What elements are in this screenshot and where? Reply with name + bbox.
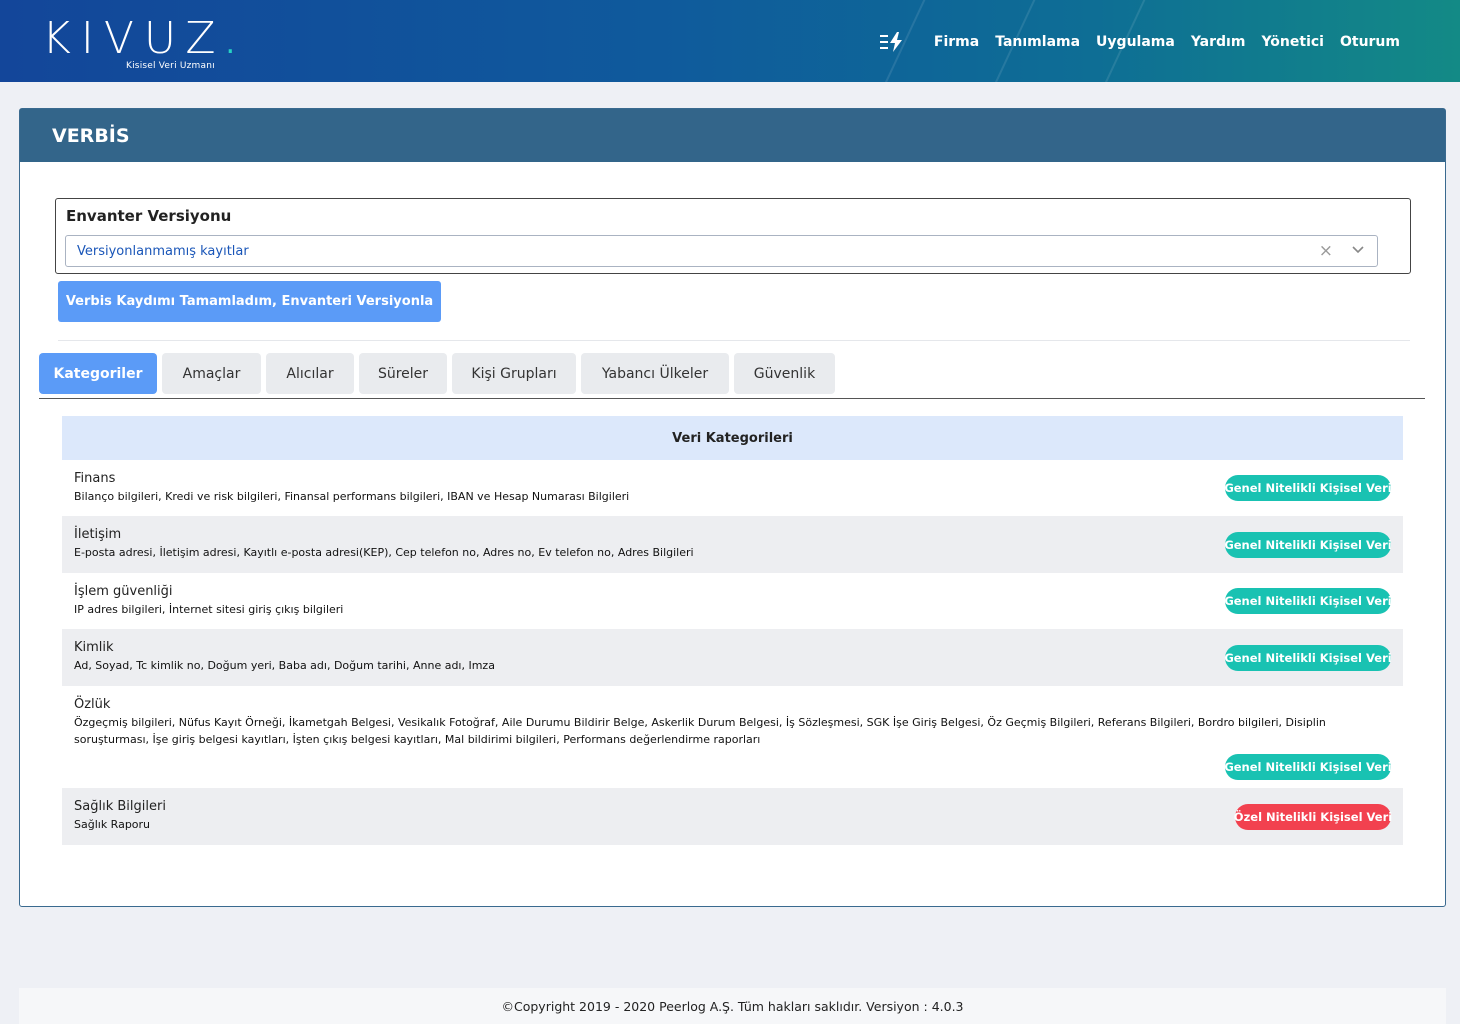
table-row: İletişim E-posta adresi, İletişim adresi… — [62, 516, 1403, 573]
category-desc: IP adres bilgileri, İnternet sitesi giri… — [74, 603, 344, 616]
status-badge: Özel Nitelikli Kişisel Veri — [1234, 803, 1392, 830]
verbis-card: VERBİS Envanter Versiyonu Versiyonlanmam… — [19, 108, 1446, 907]
clear-icon[interactable]: × — [1319, 241, 1333, 261]
nav-yonetici[interactable]: Yönetici — [1261, 34, 1324, 50]
table-header: Veri Kategorileri — [62, 416, 1403, 460]
category-desc: Bilanço bilgileri, Kredi ve risk bilgile… — [74, 490, 630, 503]
brand-tagline: Kisisel Veri Uzmanı — [126, 61, 215, 71]
table-row: Kimlik Ad, Soyad, Tc kimlik no, Doğum ye… — [62, 629, 1403, 686]
category-desc: E-posta adresi, İletişim adresi, Kayıtlı… — [74, 546, 694, 559]
table-row: Sağlık Bilgileri Sağlık Raporu Özel Nite… — [62, 788, 1403, 845]
footer: ©Copyright 2019 - 2020 Peerlog A.Ş. Tüm … — [19, 988, 1446, 1024]
status-badge: Genel Nitelikli Kişisel Veri — [1224, 588, 1392, 614]
category-desc: Ad, Soyad, Tc kimlik no, Doğum yeri, Bab… — [74, 659, 495, 672]
lightning-menu-icon[interactable] — [878, 30, 906, 54]
status-badge: Genel Nitelikli Kişisel Veri — [1224, 531, 1392, 558]
tab-alicilar[interactable]: Alıcılar — [266, 353, 354, 394]
section-divider — [58, 340, 1410, 341]
table-row: İşlem güvenliği IP adres bilgileri, İnte… — [62, 573, 1403, 629]
inventory-version-value: Versiyonlanmamış kayıtlar — [77, 243, 249, 259]
tab-sureler[interactable]: Süreler — [359, 353, 447, 394]
category-title: Finans — [74, 471, 116, 486]
card-title: VERBİS — [20, 109, 1445, 162]
category-title: Özlük — [74, 697, 111, 712]
nav-uygulama[interactable]: Uygulama — [1096, 34, 1175, 50]
data-categories-table: Veri Kategorileri Finans Bilanço bilgile… — [62, 416, 1403, 845]
nav-tanimlama[interactable]: Tanımlama — [995, 34, 1080, 50]
nav-firma[interactable]: Firma — [934, 34, 979, 50]
copyright-text: ©Copyright 2019 - 2020 Peerlog A.Ş. Tüm … — [501, 998, 964, 1014]
category-title: İşlem güvenliği — [74, 584, 173, 599]
tab-amaclar[interactable]: Amaçlar — [162, 353, 261, 394]
brand-name: KIVUZ — [42, 13, 226, 64]
category-desc: Özgeçmiş bilgileri, Nüfus Kayıt Örneği, … — [74, 716, 1326, 746]
tab-kategoriler[interactable]: Kategoriler — [39, 353, 157, 394]
inventory-version-select[interactable]: Versiyonlanmamış kayıtlar × — [65, 235, 1378, 267]
chevron-down-icon[interactable] — [1351, 242, 1365, 256]
tab-bar: Kategoriler Amaçlar Alıcılar Süreler Kiş… — [39, 353, 835, 394]
brand-dot: . — [225, 26, 236, 61]
status-badge: Genel Nitelikli Kişisel Veri — [1224, 475, 1392, 501]
status-badge: Genel Nitelikli Kişisel Veri — [1224, 644, 1392, 671]
tab-guvenlik[interactable]: Güvenlik — [734, 353, 835, 394]
category-desc: Sağlık Raporu — [74, 818, 151, 831]
table-row: Özlük Özgeçmiş bilgileri, Nüfus Kayıt Ör… — [62, 686, 1403, 788]
tabs-underline — [39, 398, 1425, 399]
inventory-version-group: Envanter Versiyonu Versiyonlanmamış kayı… — [55, 198, 1411, 274]
top-navbar: KIVUZ. Kisisel Veri Uzmanı Firma Tanımla… — [0, 0, 1460, 82]
brand-logo[interactable]: KIVUZ. Kisisel Veri Uzmanı — [42, 14, 242, 76]
tab-kisi-gruplari[interactable]: Kişi Grupları — [452, 353, 576, 394]
nav-yardim[interactable]: Yardım — [1191, 34, 1246, 50]
category-title: Kimlik — [74, 640, 114, 655]
tab-yabanci-ulkeler[interactable]: Yabancı Ülkeler — [581, 353, 729, 394]
version-inventory-button[interactable]: Verbis Kaydımı Tamamladım, Envanteri Ver… — [58, 281, 441, 322]
status-badge: Genel Nitelikli Kişisel Veri — [1224, 754, 1392, 780]
inventory-version-label: Envanter Versiyonu — [66, 207, 232, 225]
table-row: Finans Bilanço bilgileri, Kredi ve risk … — [62, 460, 1403, 516]
category-title: Sağlık Bilgileri — [74, 799, 166, 814]
main-nav: Firma Tanımlama Uygulama Yardım Yönetici… — [878, 30, 1400, 54]
nav-oturum[interactable]: Oturum — [1340, 34, 1400, 50]
category-title: İletişim — [74, 527, 122, 542]
